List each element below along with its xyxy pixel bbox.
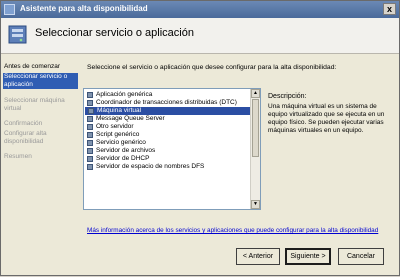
service-listbox[interactable]: Aplicación genérica Coordinador de trans… xyxy=(83,88,261,210)
cluster-app-icon xyxy=(4,4,15,15)
gear-icon xyxy=(87,140,93,146)
list-item[interactable]: Servidor de espacio de nombres DFS xyxy=(84,163,252,171)
step-label: Configurar alta disponibilidad xyxy=(4,130,47,145)
service-icon xyxy=(87,132,93,138)
wizard-window: Asistente para alta disponibilidad x Sel… xyxy=(0,0,400,276)
step-confirmation: Confirmación xyxy=(4,120,43,127)
more-info-link[interactable]: Más información acerca de los servicios … xyxy=(87,227,378,234)
service-icon xyxy=(87,92,93,98)
window-title: Asistente para alta disponibilidad xyxy=(20,4,148,13)
step-before-begin[interactable]: Antes de comenzar xyxy=(4,63,78,71)
list-item[interactable]: Otro servidor xyxy=(84,123,252,131)
step-select-service[interactable]: Seleccionar servicio o aplicación xyxy=(3,73,78,89)
description-text: Una máquina virtual es un sistema de equ… xyxy=(268,103,385,134)
step-select-vm: Seleccionar máquina virtual xyxy=(4,97,78,113)
description-label: Descripción: xyxy=(268,93,307,100)
scroll-up-icon[interactable]: ▲ xyxy=(251,89,260,98)
list-item[interactable]: Servicio genérico xyxy=(84,139,252,147)
server-icon xyxy=(8,25,27,44)
wizard-steps: Antes de comenzar Seleccionar servicio o… xyxy=(1,57,79,277)
service-icon xyxy=(87,124,93,130)
list-item[interactable]: Script genérico xyxy=(84,131,252,139)
listbox-scrollbar[interactable]: ▲ ▼ xyxy=(250,89,260,209)
list-item[interactable]: Servidor de archivos xyxy=(84,147,252,155)
instruction-text: Seleccione el servicio o aplicación que … xyxy=(87,64,337,71)
list-item[interactable]: Message Queue Server xyxy=(84,115,252,123)
wizard-header: Seleccionar servicio o aplicación xyxy=(1,18,399,54)
step-label: Seleccionar servicio o aplicación xyxy=(4,73,68,88)
service-icon xyxy=(87,164,93,170)
next-button[interactable]: Siguiente > xyxy=(285,248,331,265)
step-configure-ha: Configurar alta disponibilidad xyxy=(4,130,78,146)
back-button[interactable]: < Anterior xyxy=(236,248,280,265)
step-label: Seleccionar máquina virtual xyxy=(4,97,65,112)
list-item-selected[interactable]: Máquina virtual xyxy=(85,107,251,115)
step-summary: Resumen xyxy=(4,153,32,160)
cancel-button[interactable]: Cancelar xyxy=(338,248,384,265)
service-icon xyxy=(87,156,93,162)
list-item[interactable]: Aplicación genérica xyxy=(84,91,252,99)
service-icon xyxy=(87,100,93,106)
virtual-machine-icon xyxy=(88,108,94,114)
list-item[interactable]: Servidor de DHCP xyxy=(84,155,252,163)
close-button[interactable]: x xyxy=(383,3,396,15)
service-icon xyxy=(87,148,93,154)
service-icon xyxy=(87,116,93,122)
main-panel: Seleccione el servicio o aplicación que … xyxy=(81,56,399,276)
page-title: Seleccionar servicio o aplicación xyxy=(35,27,194,39)
list-item[interactable]: Coordinador de transacciones distribuida… xyxy=(84,99,252,107)
scroll-down-icon[interactable]: ▼ xyxy=(251,200,260,209)
scroll-thumb[interactable] xyxy=(252,99,259,157)
title-bar[interactable]: Asistente para alta disponibilidad x xyxy=(1,1,399,18)
